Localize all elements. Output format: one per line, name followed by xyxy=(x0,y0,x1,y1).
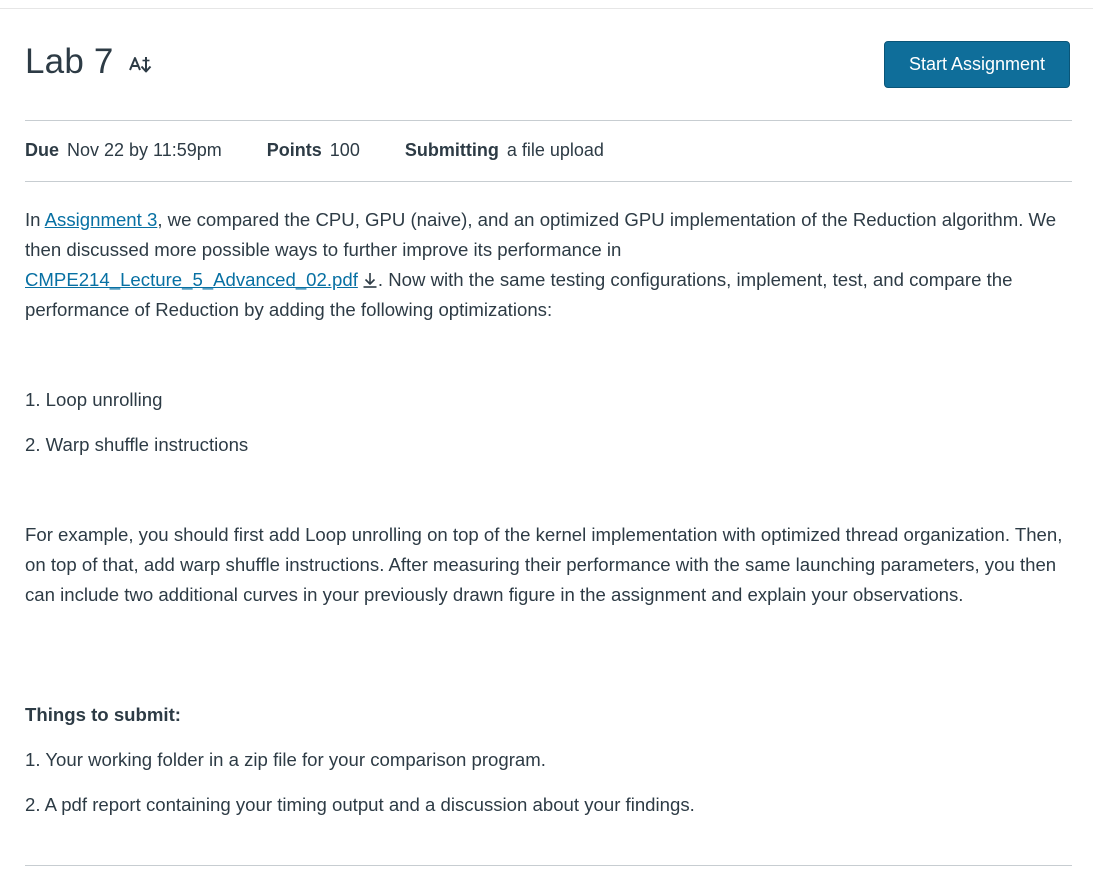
intro-prefix: In xyxy=(25,209,45,230)
intro-paragraph: In Assignment 3, we compared the CPU, GP… xyxy=(25,205,1075,325)
download-icon[interactable] xyxy=(362,268,378,288)
assignment-details: Due Nov 22 by 11:59pm Points 100 Submitt… xyxy=(25,137,604,163)
points-group: Points 100 xyxy=(267,137,360,163)
due-label: Due xyxy=(25,140,60,160)
lecture-pdf-link[interactable]: CMPE214_Lecture_5_Advanced_02.pdf xyxy=(25,269,358,290)
submitting-value: a file upload xyxy=(506,140,604,160)
assignment-3-link[interactable]: Assignment 3 xyxy=(45,209,158,230)
top-divider xyxy=(0,8,1093,9)
submit-item: 2. A pdf report containing your timing o… xyxy=(25,794,695,815)
list-item: 2. Warp shuffle instructions xyxy=(25,434,249,455)
list-item: 1. Loop unrolling xyxy=(25,389,163,410)
submit-item: 1. Your working folder in a zip file for… xyxy=(25,749,546,770)
due-group: Due Nov 22 by 11:59pm xyxy=(25,137,222,163)
ai-icon[interactable] xyxy=(128,55,154,73)
intro-middle: , we compared the CPU, GPU (naive), and … xyxy=(25,209,1057,260)
points-label: Points xyxy=(266,140,322,160)
page-title: Lab 7 xyxy=(25,42,114,81)
submitting-label: Submitting xyxy=(404,140,499,160)
submitting-group: Submitting a file upload xyxy=(405,137,604,163)
start-assignment-button[interactable]: Start Assignment xyxy=(884,41,1070,88)
details-top-divider xyxy=(25,120,1072,121)
bottom-divider xyxy=(25,865,1072,866)
title-row: Lab 7 xyxy=(25,40,154,84)
example-paragraph: For example, you should first add Loop u… xyxy=(25,524,1063,605)
details-bottom-divider xyxy=(25,181,1072,182)
things-to-submit-heading: Things to submit: xyxy=(25,704,181,725)
due-value: Nov 22 by 11:59pm xyxy=(67,140,222,160)
points-value: 100 xyxy=(329,140,360,160)
